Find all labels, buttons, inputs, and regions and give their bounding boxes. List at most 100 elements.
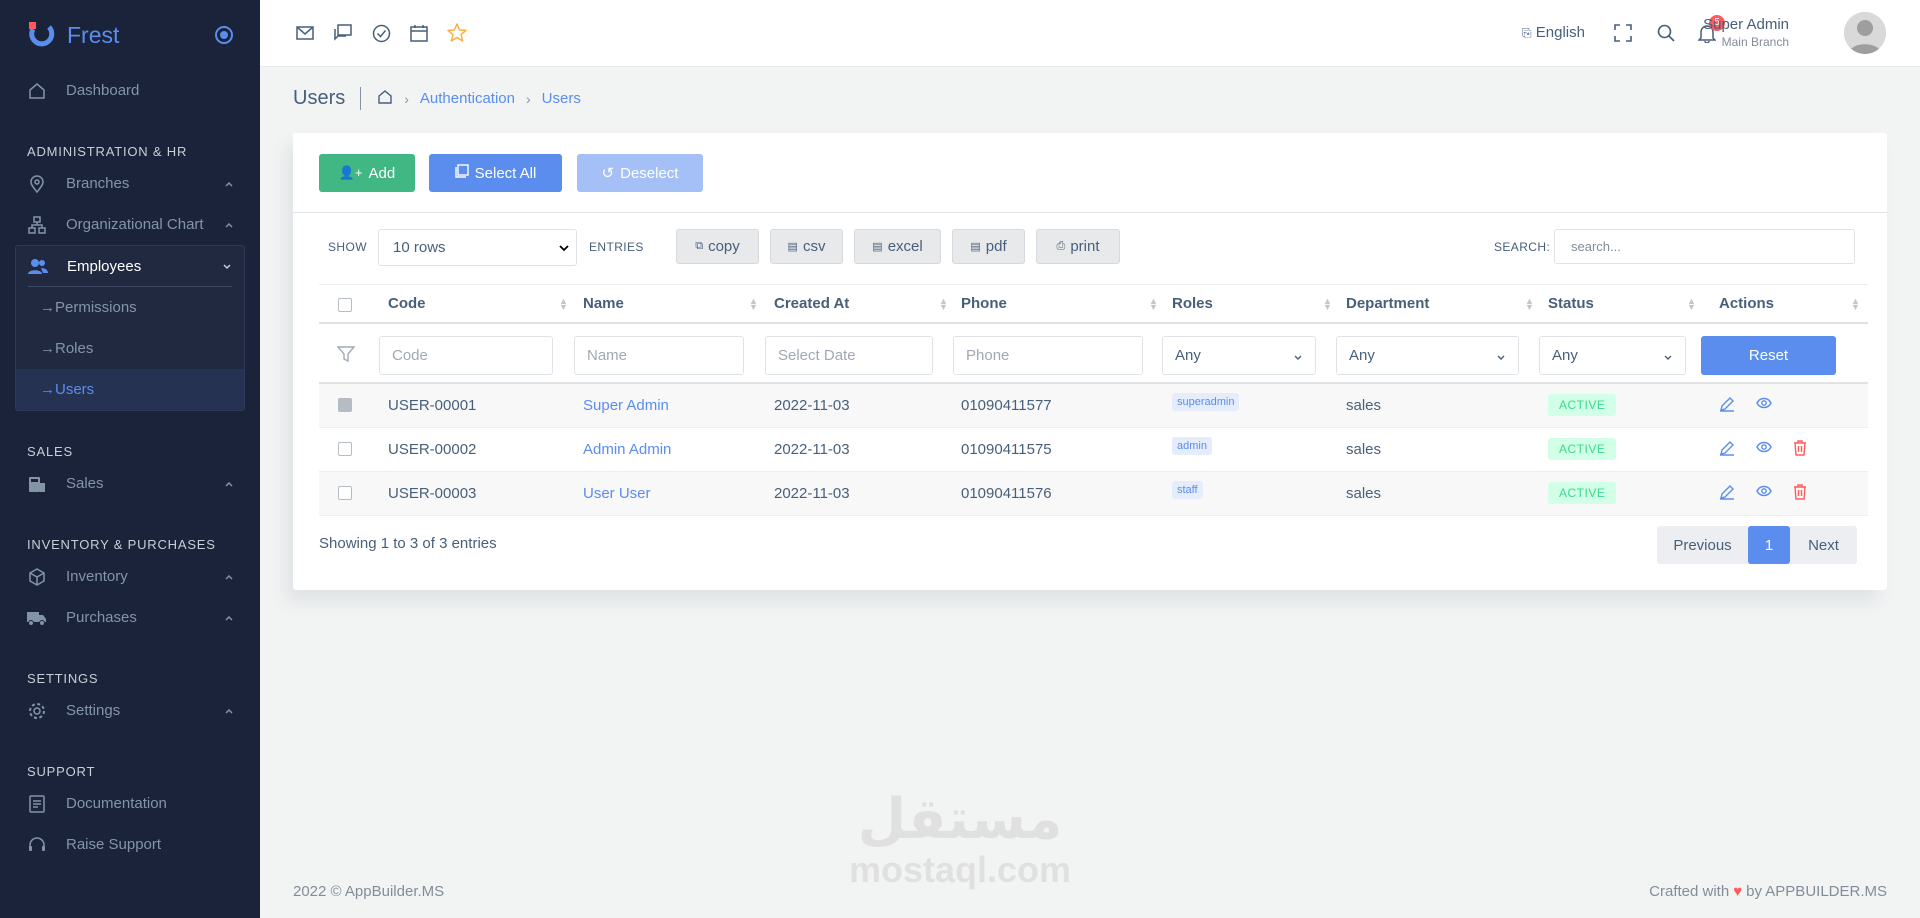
- watermark-arabic: مستقل: [857, 787, 1063, 852]
- search-icon[interactable]: [1655, 22, 1677, 44]
- pdf-button[interactable]: ▤ pdf: [952, 229, 1025, 264]
- view-icon[interactable]: [1756, 396, 1774, 414]
- phone: 01090411575: [961, 441, 1052, 458]
- phone-filter-input[interactable]: Phone: [953, 336, 1143, 375]
- edit-icon[interactable]: [1719, 440, 1737, 458]
- roles-filter-select[interactable]: Any: [1162, 336, 1316, 375]
- sidebar-item-settings[interactable]: Settings: [0, 690, 260, 731]
- sidebar-item-dashboard[interactable]: Dashboard: [0, 70, 260, 111]
- sort-icon[interactable]: ▲ ▼: [1149, 297, 1158, 312]
- breadcrumb-separator: ›: [404, 90, 409, 107]
- trash-icon[interactable]: [1793, 440, 1811, 458]
- fullscreen-icon[interactable]: [1612, 22, 1634, 44]
- sidebar-item-roles[interactable]: → Roles: [16, 328, 244, 369]
- sidebar-item-users[interactable]: → Users: [16, 369, 244, 410]
- calendar-icon[interactable]: [408, 22, 430, 44]
- status-filter-select[interactable]: Any: [1539, 336, 1686, 375]
- excel-button[interactable]: ▤ excel: [854, 229, 941, 264]
- deselect-button[interactable]: ↺ Deselect: [577, 154, 703, 192]
- sidebar-item-raise-support[interactable]: Raise Support: [0, 824, 260, 865]
- column-name[interactable]: Name: [583, 295, 624, 312]
- row-checkbox[interactable]: [338, 398, 352, 412]
- card-actions: 👤+ Add Select All ↺ Deselect: [293, 133, 1887, 213]
- rows-per-page-select[interactable]: 10 rows: [378, 229, 577, 266]
- department: sales: [1346, 397, 1382, 414]
- pagination: Previous 1 Next: [1657, 526, 1857, 564]
- sidebar-item-employees[interactable]: Employees: [28, 246, 232, 287]
- user-name-link[interactable]: User User: [583, 485, 651, 502]
- sort-icon[interactable]: ▲ ▼: [1687, 297, 1696, 312]
- watermark-logo: مستقل mostaql.com: [843, 790, 1077, 900]
- previous-page-button[interactable]: Previous: [1657, 526, 1748, 564]
- sidebar-item-org-chart[interactable]: Organizational Chart: [0, 204, 260, 245]
- code-filter-input[interactable]: Code: [379, 336, 553, 375]
- home-icon: [27, 81, 47, 101]
- sidebar-item-purchases[interactable]: Purchases: [0, 597, 260, 638]
- row-checkbox[interactable]: [338, 442, 352, 456]
- sort-icon[interactable]: ▲ ▼: [1525, 297, 1534, 312]
- next-page-button[interactable]: Next: [1790, 526, 1857, 564]
- sidebar-item-sales[interactable]: Sales: [0, 463, 260, 504]
- date-filter-input[interactable]: Select Date: [765, 336, 933, 375]
- footer-builder[interactable]: APPBUILDER.MS: [1765, 883, 1887, 900]
- sidebar-group-employees: Employees → Permissions → Roles → Users: [15, 245, 245, 411]
- mail-icon[interactable]: [294, 22, 316, 44]
- sidebar-item-permissions[interactable]: → Permissions: [16, 287, 244, 328]
- arrow-right-icon: →: [40, 340, 55, 357]
- edit-icon[interactable]: [1719, 396, 1737, 414]
- language-selector[interactable]: ⎘ English: [1522, 24, 1585, 41]
- view-icon[interactable]: [1756, 440, 1774, 458]
- sort-icon[interactable]: ▲ ▼: [749, 297, 758, 312]
- copy-icon: ⧉: [695, 240, 704, 252]
- home-icon[interactable]: [377, 89, 393, 109]
- column-created-at[interactable]: Created At: [774, 295, 849, 312]
- print-icon: ⎙: [1056, 240, 1066, 252]
- csv-button[interactable]: ▤ csv: [770, 229, 843, 264]
- avatar[interactable]: [1844, 12, 1886, 54]
- edit-icon[interactable]: [1719, 484, 1737, 502]
- sort-icon[interactable]: ▲ ▼: [1323, 297, 1332, 312]
- check-circle-icon[interactable]: [370, 22, 392, 44]
- user-name-link[interactable]: Super Admin: [583, 397, 669, 414]
- star-icon[interactable]: [446, 22, 468, 44]
- select-all-checkbox[interactable]: [338, 298, 352, 312]
- breadcrumb-authentication[interactable]: Authentication: [420, 90, 515, 107]
- copy-button[interactable]: ⧉ copy: [676, 229, 759, 264]
- chat-icon[interactable]: [332, 22, 354, 44]
- show-label: SHOW: [328, 240, 367, 254]
- page-1-button[interactable]: 1: [1748, 526, 1790, 564]
- sidebar-toggle-icon[interactable]: [215, 26, 233, 44]
- user-menu[interactable]: Super Admin Main Branch: [1703, 16, 1789, 49]
- sort-icon[interactable]: ▲ ▼: [1851, 297, 1860, 312]
- footer-copyright: 2022 © AppBuilder.MS: [293, 883, 445, 900]
- sidebar-item-branches[interactable]: Branches: [0, 163, 260, 204]
- department-filter-select[interactable]: Any: [1336, 336, 1519, 375]
- user-name-link[interactable]: Admin Admin: [583, 441, 671, 458]
- created-at: 2022-11-03: [774, 485, 850, 502]
- column-code[interactable]: Code: [388, 295, 426, 312]
- column-status[interactable]: Status: [1548, 295, 1594, 312]
- sort-icon[interactable]: ▲ ▼: [559, 297, 568, 312]
- view-icon[interactable]: [1756, 484, 1774, 502]
- brand-name[interactable]: Frest: [67, 22, 215, 49]
- sidebar-item-documentation[interactable]: Documentation: [0, 783, 260, 824]
- add-button[interactable]: 👤+ Add: [319, 154, 415, 192]
- breadcrumb-users[interactable]: Users: [542, 90, 581, 107]
- row-checkbox[interactable]: [338, 486, 352, 500]
- name-filter-input[interactable]: Name: [574, 336, 744, 375]
- sidebar-item-inventory[interactable]: Inventory: [0, 556, 260, 597]
- column-roles[interactable]: Roles: [1172, 295, 1213, 312]
- column-phone[interactable]: Phone: [961, 295, 1007, 312]
- status-badge: ACTIVE: [1548, 438, 1617, 460]
- search-input[interactable]: search...: [1554, 229, 1855, 264]
- trash-icon[interactable]: [1793, 484, 1811, 502]
- print-button[interactable]: ⎙ print: [1036, 229, 1120, 264]
- select-all-button[interactable]: Select All: [429, 154, 562, 192]
- chevron-up-icon: [224, 217, 234, 234]
- reset-filters-button[interactable]: Reset: [1701, 336, 1836, 375]
- user-plus-icon: 👤+: [338, 165, 363, 180]
- column-department[interactable]: Department: [1346, 295, 1429, 312]
- sort-icon[interactable]: ▲ ▼: [939, 297, 948, 312]
- breadcrumb: Users › Authentication › Users: [293, 86, 581, 111]
- file-excel-icon: ▤: [872, 241, 883, 253]
